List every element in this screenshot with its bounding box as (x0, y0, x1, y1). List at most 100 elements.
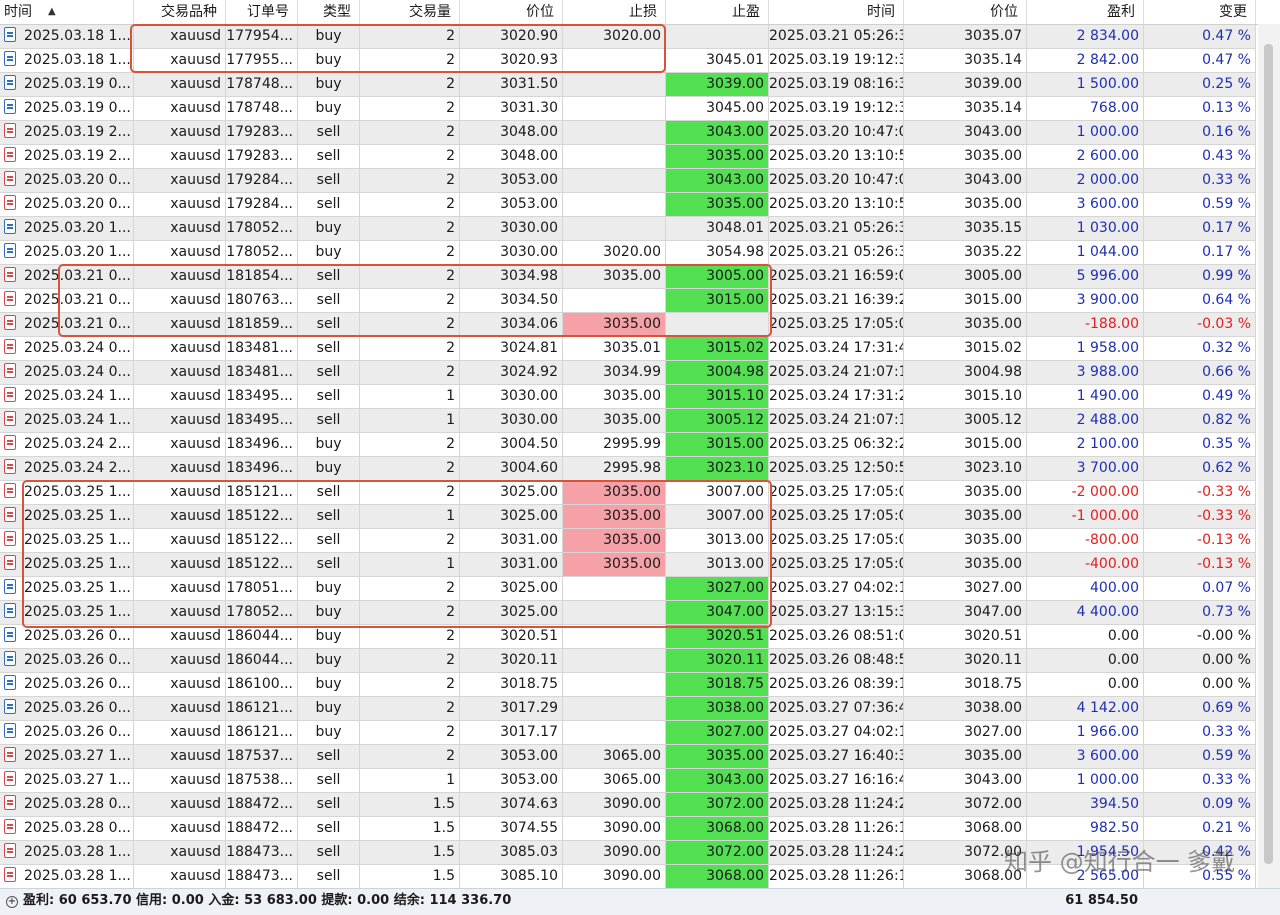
table-row[interactable]: 2025.03.28 0... xauusd 188472... sell 1.5 307… (0, 793, 1280, 817)
cell-close-price: 3015.00 (904, 433, 1027, 457)
cell-symbol: xauusd (134, 505, 226, 529)
col-header-change[interactable]: 变更 (1144, 0, 1256, 24)
cell-close-time: 2025.03.25 17:05:00 (769, 481, 904, 505)
table-row[interactable]: 2025.03.20 0... xauusd 179284... sell 2 3053.… (0, 169, 1280, 193)
cell-volume: 1 (360, 769, 460, 793)
table-row[interactable]: 2025.03.28 0... xauusd 188472... sell 1.5 307… (0, 817, 1280, 841)
cell-close-price: 3027.00 (904, 721, 1027, 745)
table-row[interactable]: 2025.03.21 0... xauusd 181854... sell 2 3034.… (0, 265, 1280, 289)
cell-tp (666, 25, 769, 49)
cell-volume: 2 (360, 265, 460, 289)
cell-profit: -800.00 (1027, 529, 1144, 553)
cell-volume: 2 (360, 337, 460, 361)
table-row[interactable]: 2025.03.26 0... xauusd 186044... buy 2 3020.5… (0, 625, 1280, 649)
table-row[interactable]: 2025.03.19 2... xauusd 179283... sell 2 3048.… (0, 121, 1280, 145)
cell-close-time: 2025.03.27 16:40:35 (769, 745, 904, 769)
cell-tp: 3005.00 (666, 265, 769, 289)
cell-symbol: xauusd (134, 577, 226, 601)
cell-tp: 3039.00 (666, 73, 769, 97)
table-row[interactable]: 2025.03.20 1... xauusd 178052... buy 2 3030.0… (0, 241, 1280, 265)
table-row[interactable]: 2025.03.19 0... xauusd 178748... buy 2 3031.5… (0, 73, 1280, 97)
buy-order-icon (4, 51, 16, 66)
cell-price: 3020.11 (460, 649, 563, 673)
col-header-order[interactable]: 订单号 (226, 0, 298, 24)
table-row[interactable]: 2025.03.25 1... xauusd 185122... sell 1 3025.… (0, 505, 1280, 529)
cell-sl: 3090.00 (563, 817, 666, 841)
cell-order: 181859... (226, 313, 298, 337)
table-row[interactable]: 2025.03.26 0... xauusd 186121... buy 2 3017.2… (0, 697, 1280, 721)
table-row[interactable]: 2025.03.27 1... xauusd 187538... sell 1 3053.… (0, 769, 1280, 793)
col-header-close-time[interactable]: 时间 (769, 0, 904, 24)
table-row[interactable]: 2025.03.25 1... xauusd 178052... buy 2 3025.0… (0, 601, 1280, 625)
vertical-scrollbar[interactable] (1258, 24, 1280, 888)
cell-type: buy (298, 241, 360, 265)
buy-order-icon (4, 675, 16, 690)
table-header: 时间 ▲ 交易品种 订单号 类型 交易量 价位 止损 止盈 时间 价位 盈利 变更 (0, 0, 1280, 25)
table-row[interactable]: 2025.03.20 1... xauusd 178052... buy 2 3030.0… (0, 217, 1280, 241)
cell-symbol: xauusd (134, 673, 226, 697)
table-row[interactable]: 2025.03.25 1... xauusd 185121... sell 2 3025.… (0, 481, 1280, 505)
expand-plus-icon[interactable]: + (6, 896, 18, 908)
cell-close-price: 3015.10 (904, 385, 1027, 409)
table-row[interactable]: 2025.03.24 1... xauusd 183495... sell 1 3030.… (0, 409, 1280, 433)
buy-order-icon (4, 243, 16, 258)
col-header-time[interactable]: 时间 ▲ (0, 0, 134, 24)
cell-order: 186100... (226, 673, 298, 697)
table-row[interactable]: 2025.03.25 1... xauusd 185122... sell 2 3031.… (0, 529, 1280, 553)
table-row[interactable]: 2025.03.26 0... xauusd 186044... buy 2 3020.1… (0, 649, 1280, 673)
cell-change: 0.21 % (1144, 817, 1256, 841)
cell-time: 2025.03.25 1... (0, 505, 134, 529)
table-row[interactable]: 2025.03.20 0... xauusd 179284... sell 2 3053.… (0, 193, 1280, 217)
table-row[interactable]: 2025.03.18 1... xauusd 177954... buy 2 3020.9… (0, 25, 1280, 49)
cell-close-price: 3020.11 (904, 649, 1027, 673)
cell-time: 2025.03.27 1... (0, 745, 134, 769)
col-header-volume[interactable]: 交易量 (360, 0, 460, 24)
table-row[interactable]: 2025.03.21 0... xauusd 181859... sell 2 3034.… (0, 313, 1280, 337)
table-row[interactable]: 2025.03.24 2... xauusd 183496... buy 2 3004.6… (0, 457, 1280, 481)
cell-type: buy (298, 601, 360, 625)
col-header-price[interactable]: 价位 (460, 0, 563, 24)
cell-order: 178051... (226, 577, 298, 601)
cell-time: 2025.03.26 0... (0, 673, 134, 697)
cell-close-price: 3039.00 (904, 73, 1027, 97)
table-row[interactable]: 2025.03.24 2... xauusd 183496... buy 2 3004.5… (0, 433, 1280, 457)
col-header-tp[interactable]: 止盈 (666, 0, 769, 24)
cell-close-time: 2025.03.21 05:26:35 (769, 25, 904, 49)
cell-type: sell (298, 313, 360, 337)
cell-time: 2025.03.25 1... (0, 481, 134, 505)
sell-order-icon (4, 771, 16, 786)
scrollbar-thumb[interactable] (1264, 44, 1273, 864)
col-header-close-price[interactable]: 价位 (904, 0, 1027, 24)
cell-price: 3085.03 (460, 841, 563, 865)
cell-sl (563, 673, 666, 697)
col-header-type[interactable]: 类型 (298, 0, 360, 24)
sell-order-icon (4, 291, 16, 306)
cell-order: 179283... (226, 121, 298, 145)
cell-time: 2025.03.18 1... (0, 49, 134, 73)
table-row[interactable]: 2025.03.27 1... xauusd 187537... sell 2 3053.… (0, 745, 1280, 769)
table-row[interactable]: 2025.03.26 0... xauusd 186121... buy 2 3017.1… (0, 721, 1280, 745)
col-header-symbol[interactable]: 交易品种 (134, 0, 226, 24)
table-row[interactable]: 2025.03.24 0... xauusd 183481... sell 2 3024.… (0, 337, 1280, 361)
cell-price: 3024.81 (460, 337, 563, 361)
table-row[interactable]: 2025.03.25 1... xauusd 185122... sell 1 3031.… (0, 553, 1280, 577)
cell-tp: 3054.98 (666, 241, 769, 265)
cell-sl (563, 601, 666, 625)
table-row[interactable]: 2025.03.25 1... xauusd 178051... buy 2 3025.0… (0, 577, 1280, 601)
table-row[interactable]: 2025.03.26 0... xauusd 186100... buy 2 3018.7… (0, 673, 1280, 697)
table-row[interactable]: 2025.03.19 2... xauusd 179283... sell 2 3048.… (0, 145, 1280, 169)
col-header-sl[interactable]: 止损 (563, 0, 666, 24)
table-row[interactable]: 2025.03.24 1... xauusd 183495... sell 1 3030.… (0, 385, 1280, 409)
table-row[interactable]: 2025.03.18 1... xauusd 177955... buy 2 3020.9… (0, 49, 1280, 73)
cell-type: sell (298, 481, 360, 505)
cell-change: 0.16 % (1144, 121, 1256, 145)
cell-order: 187538... (226, 769, 298, 793)
cell-price: 3030.00 (460, 409, 563, 433)
cell-change: 0.32 % (1144, 337, 1256, 361)
table-row[interactable]: 2025.03.24 0... xauusd 183481... sell 2 3024.… (0, 361, 1280, 385)
table-row[interactable]: 2025.03.21 0... xauusd 180763... sell 2 3034.… (0, 289, 1280, 313)
col-header-profit[interactable]: 盈利 (1027, 0, 1144, 24)
cell-price: 3017.17 (460, 721, 563, 745)
cell-tp: 3005.12 (666, 409, 769, 433)
table-row[interactable]: 2025.03.19 0... xauusd 178748... buy 2 3031.3… (0, 97, 1280, 121)
